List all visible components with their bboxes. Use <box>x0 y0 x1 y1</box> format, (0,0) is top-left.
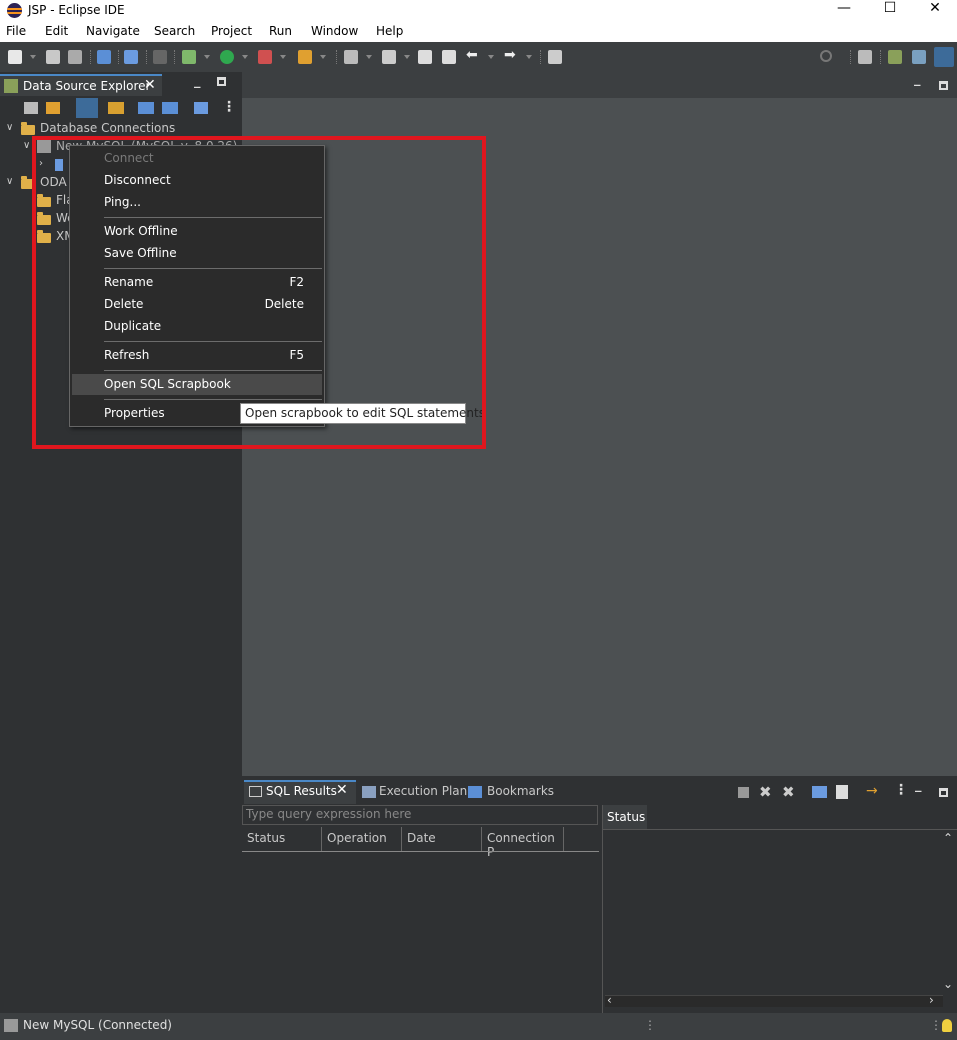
menu-project[interactable]: Project <box>211 24 252 38</box>
filter-arrow-icon[interactable]: → <box>866 783 878 799</box>
chevron-down-icon[interactable]: ∨ <box>6 176 13 187</box>
chevron-down-icon[interactable]: ∨ <box>23 140 30 151</box>
back-arrow-icon[interactable]: ⬅ <box>466 48 480 63</box>
run-icon[interactable] <box>220 50 234 64</box>
column-header-operation[interactable]: Operation <box>322 827 402 851</box>
open-perspective-toolbar-icon[interactable] <box>548 50 562 64</box>
menu-search[interactable]: Search <box>154 24 195 38</box>
execution-plan-icon <box>362 786 376 798</box>
explorer-toolbar: ⋮ <box>0 96 237 120</box>
main-toolbar: ⬅ ➡ <box>0 42 957 72</box>
remove-all-results-icon[interactable]: ✖ <box>782 783 795 801</box>
window-title: JSP - Eclipse IDE <box>28 3 125 17</box>
minimize-window-button[interactable]: — <box>821 0 867 22</box>
close-tab-icon[interactable]: ✕ <box>144 77 156 93</box>
sql-results-icon <box>249 786 262 797</box>
wizard-icon[interactable] <box>298 50 312 64</box>
sql-results-panel: SQL Results ✕ Execution Plan Bookmarks ✖… <box>242 778 957 1013</box>
column-header-status[interactable]: Status <box>242 827 322 851</box>
minimize-editor-icon[interactable]: _ <box>914 72 921 87</box>
display-results-icon[interactable] <box>812 786 827 798</box>
menu-bar: File Edit Navigate Search Project Run Wi… <box>0 22 957 42</box>
maximize-window-button[interactable]: ☐ <box>867 0 913 22</box>
connect-icon[interactable] <box>76 98 98 118</box>
tab-label: Data Source Explorer <box>23 79 151 93</box>
tab-data-source-explorer[interactable]: Data Source Explorer ✕ <box>0 74 162 96</box>
new-icon[interactable] <box>8 50 22 64</box>
search-icon[interactable] <box>820 50 832 62</box>
save-all-icon[interactable] <box>68 50 82 64</box>
scroll-right-icon[interactable]: › <box>929 993 934 1007</box>
debug-icon[interactable] <box>182 50 196 64</box>
close-window-button[interactable]: ✕ <box>912 0 957 22</box>
highlight-box <box>32 136 486 449</box>
bookmarks-icon <box>468 786 482 798</box>
menu-edit[interactable]: Edit <box>45 24 68 38</box>
view-menu-icon[interactable]: ⋮ <box>222 99 236 115</box>
horizontal-scrollbar[interactable] <box>605 995 943 1007</box>
collapse-all-icon[interactable] <box>24 102 38 114</box>
data-source-explorer-icon <box>4 79 18 93</box>
query-expression-input[interactable]: Type query expression here <box>242 805 598 825</box>
import-icon[interactable] <box>138 102 154 114</box>
scroll-up-icon[interactable]: ⌃ <box>943 831 953 845</box>
skip-breakpoints-icon[interactable] <box>153 50 167 64</box>
last-edit-icon[interactable] <box>418 50 432 64</box>
forward-edit-icon[interactable] <box>442 50 456 64</box>
external-tools-icon[interactable] <box>258 50 272 64</box>
column-header-connection-profile[interactable]: Connection P <box>482 827 564 859</box>
lightbulb-icon[interactable] <box>942 1019 952 1032</box>
tab-execution-plan[interactable]: Execution Plan <box>379 784 467 798</box>
tree-item-label: Database Connections <box>40 121 176 135</box>
new-profile-icon[interactable] <box>194 102 208 114</box>
terminate-icon[interactable] <box>738 787 749 798</box>
title-bar: JSP - Eclipse IDE — ☐ ✕ <box>0 0 957 22</box>
status-text: New MySQL (Connected) <box>23 1018 172 1032</box>
export-icon[interactable] <box>162 102 178 114</box>
database-perspective-icon[interactable] <box>934 47 954 67</box>
chevron-down-icon[interactable]: ∨ <box>6 122 13 133</box>
tab-sql-results[interactable]: SQL Results <box>266 784 337 798</box>
bottom-tab-strip: SQL Results ✕ Execution Plan Bookmarks ✖… <box>242 778 957 804</box>
open-perspective-icon[interactable] <box>858 50 872 64</box>
pin-icon[interactable] <box>382 50 396 64</box>
close-tab-icon[interactable]: ✕ <box>336 782 348 798</box>
debug-perspective-icon[interactable] <box>912 50 926 64</box>
menu-navigate[interactable]: Navigate <box>86 24 140 38</box>
java-ee-perspective-icon[interactable] <box>888 50 902 64</box>
terminal-icon[interactable] <box>124 50 138 64</box>
new-connection-icon[interactable] <box>108 102 124 114</box>
status-separator: ⋮ <box>930 1018 942 1032</box>
scroll-down-icon[interactable]: ⌄ <box>943 977 953 991</box>
editor-tab-strip <box>242 72 957 98</box>
open-type-icon[interactable] <box>97 50 111 64</box>
column-header-date[interactable]: Date <box>402 827 482 851</box>
database-icon <box>4 1019 18 1032</box>
minimize-view-icon[interactable]: _ <box>194 74 201 89</box>
remove-result-icon[interactable]: ✖ <box>759 783 772 801</box>
maximize-view-icon[interactable] <box>939 788 948 797</box>
menu-run[interactable]: Run <box>269 24 292 38</box>
minimize-view-icon[interactable]: _ <box>915 778 922 793</box>
maximize-view-icon[interactable] <box>217 77 226 86</box>
menu-help[interactable]: Help <box>376 24 403 38</box>
view-menu-icon[interactable]: ⋮ <box>894 782 908 798</box>
folder-icon <box>21 122 35 135</box>
link-with-editor-icon[interactable] <box>46 102 60 114</box>
menu-file[interactable]: File <box>6 24 26 38</box>
tab-bookmarks[interactable]: Bookmarks <box>487 784 554 798</box>
status-bar: New MySQL (Connected) ⋮ ⋮ <box>0 1013 957 1040</box>
status-separator: ⋮ <box>644 1018 656 1032</box>
save-results-icon[interactable] <box>836 785 848 799</box>
status-pane: Status ⌃ ⌄ ‹ › <box>602 805 957 1013</box>
tab-status[interactable]: Status <box>603 805 647 829</box>
eclipse-logo-icon <box>7 3 22 18</box>
next-annotation-icon[interactable] <box>344 50 358 64</box>
scroll-left-icon[interactable]: ‹ <box>607 993 612 1007</box>
maximize-editor-icon[interactable] <box>939 81 948 90</box>
forward-arrow-icon[interactable]: ➡ <box>504 48 518 63</box>
menu-window[interactable]: Window <box>311 24 358 38</box>
save-icon[interactable] <box>46 50 60 64</box>
